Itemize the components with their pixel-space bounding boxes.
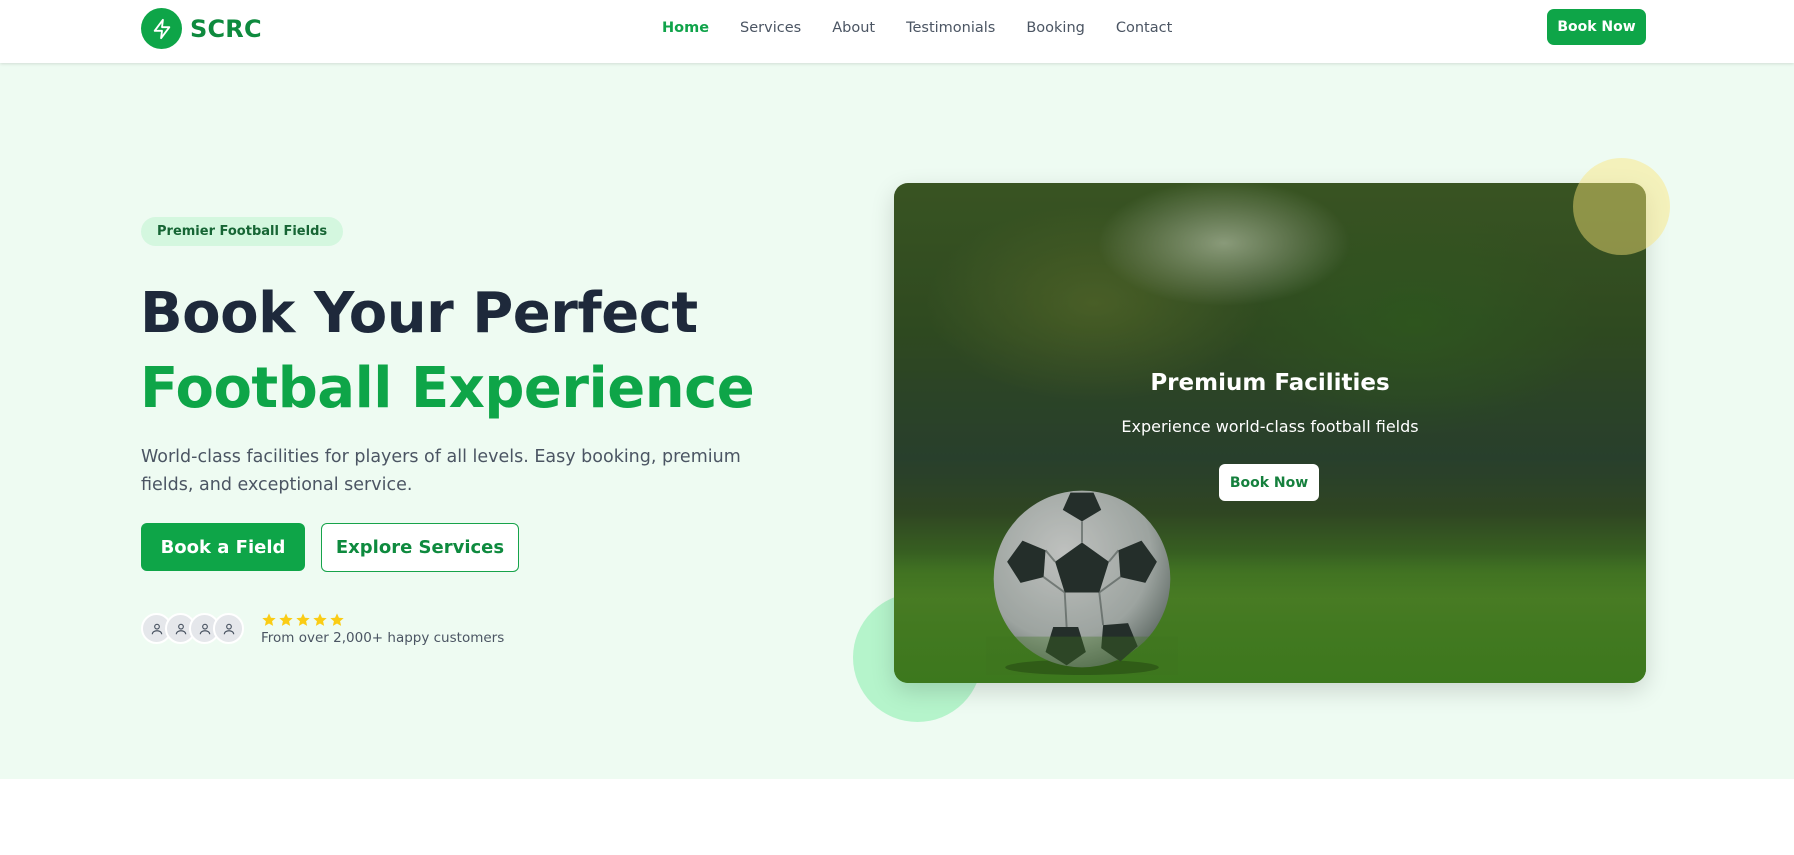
navbar: SCRC Home Services About Testimonials Bo… xyxy=(0,0,1794,63)
rating-block: From over 2,000+ happy customers xyxy=(261,612,504,646)
nav-link-about[interactable]: About xyxy=(832,20,875,36)
star-icon xyxy=(313,613,327,626)
feature-card: Premium Facilities Experience world-clas… xyxy=(894,183,1646,683)
nav-link-home[interactable]: Home xyxy=(662,20,709,36)
next-section xyxy=(0,779,1794,855)
feature-card-title: Premium Facilities xyxy=(1150,370,1390,396)
brand-name: SCRC xyxy=(190,14,262,43)
card-book-now-button[interactable]: Book Now xyxy=(1219,464,1319,501)
explore-services-button[interactable]: Explore Services xyxy=(321,523,519,572)
star-icon xyxy=(330,613,344,626)
main-nav: Home Services About Testimonials Booking… xyxy=(662,0,1172,56)
rating-stars xyxy=(261,612,504,628)
decorative-circle-yellow xyxy=(1573,158,1670,255)
lightning-bolt-icon xyxy=(141,8,182,49)
star-icon xyxy=(262,613,276,626)
nav-link-contact[interactable]: Contact xyxy=(1116,20,1172,36)
feature-card-subtitle: Experience world-class football fields xyxy=(1121,417,1419,436)
star-icon xyxy=(279,613,293,626)
book-field-button[interactable]: Book a Field xyxy=(141,523,305,571)
social-proof: From over 2,000+ happy customers xyxy=(141,611,504,647)
hero-headline-line2: Football Experience xyxy=(140,356,755,421)
nav-book-now-button[interactable]: Book Now xyxy=(1547,9,1646,45)
hero-section: Premier Football Fields Book Your Perfec… xyxy=(0,63,1794,779)
hero-badge: Premier Football Fields xyxy=(141,217,344,246)
nav-link-testimonials[interactable]: Testimonials xyxy=(906,20,995,36)
customers-count-text: From over 2,000+ happy customers xyxy=(261,630,505,646)
hero-headline: Book Your Perfect Football Experience xyxy=(140,276,755,426)
star-icon xyxy=(296,613,310,626)
nav-link-services[interactable]: Services xyxy=(740,20,801,36)
customer-avatars xyxy=(141,613,245,645)
nav-link-booking[interactable]: Booking xyxy=(1026,20,1085,36)
brand-logo[interactable]: SCRC xyxy=(141,8,262,49)
user-avatar-icon xyxy=(213,613,244,644)
hero-headline-line1: Book Your Perfect xyxy=(140,281,698,346)
hero-description: World-class facilities for players of al… xyxy=(141,447,741,495)
